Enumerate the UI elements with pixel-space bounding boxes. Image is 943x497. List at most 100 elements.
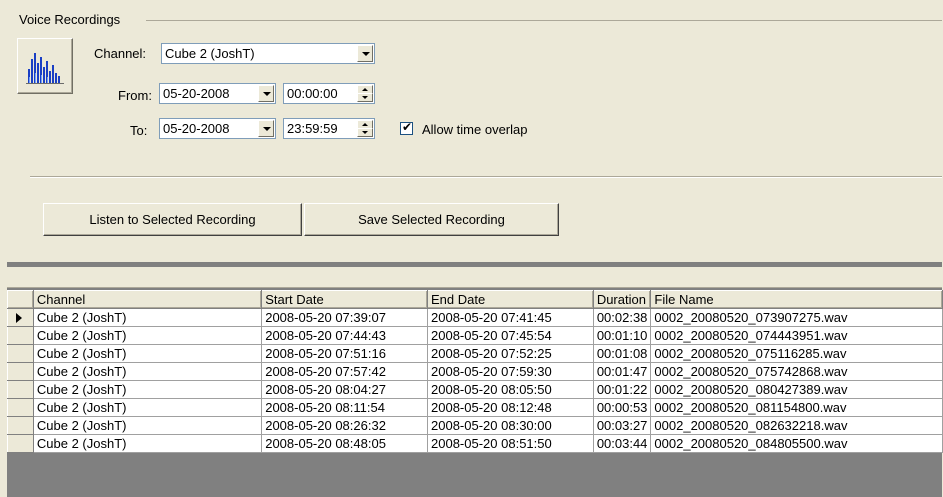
table-row[interactable]: Cube 2 (JoshT) 2008-05-20 08:48:05 2008-05…: [7, 434, 943, 453]
row-header[interactable]: [7, 344, 34, 363]
arrow-up-icon: [362, 123, 368, 126]
table-cell[interactable]: 2008-05-20 07:39:07: [261, 308, 429, 327]
table-cell[interactable]: 00:03:44: [592, 434, 652, 453]
table-cell[interactable]: 0002_20080520_084805500.wav: [650, 434, 943, 453]
spin-down-button[interactable]: [357, 93, 373, 102]
table-row[interactable]: Cube 2 (JoshT) 2008-05-20 07:57:42 2008-05…: [7, 362, 943, 381]
row-header[interactable]: [7, 380, 34, 399]
table-cell[interactable]: Cube 2 (JoshT): [32, 416, 263, 435]
column-header[interactable]: Start Date: [261, 290, 429, 309]
save-button[interactable]: Save Selected Recording: [304, 203, 559, 236]
separator: [30, 176, 942, 178]
table-cell[interactable]: 0002_20080520_073907275.wav: [650, 308, 943, 327]
listen-button[interactable]: Listen to Selected Recording: [43, 203, 302, 236]
channel-select[interactable]: Cube 2 (JoshT): [161, 43, 375, 64]
row-header[interactable]: [7, 326, 34, 345]
table-row[interactable]: Cube 2 (JoshT) 2008-05-20 07:39:07 2008-05…: [7, 308, 943, 327]
table-cell[interactable]: 0002_20080520_082632218.wav: [650, 416, 943, 435]
to-time-field[interactable]: 23:59:59: [283, 118, 375, 139]
chevron-down-icon: [263, 127, 271, 131]
table-cell[interactable]: Cube 2 (JoshT): [32, 308, 263, 327]
table-cell[interactable]: 2008-05-20 08:51:50: [427, 434, 594, 453]
table-cell[interactable]: 0002_20080520_074443951.wav: [650, 326, 943, 345]
from-date-picker[interactable]: 05-20-2008: [159, 83, 276, 104]
table-cell[interactable]: 2008-05-20 07:52:25: [427, 344, 594, 363]
table-header-row: Channel Start Date End Date Duration Fil…: [7, 290, 943, 309]
table-cell[interactable]: 00:02:38: [592, 308, 652, 327]
group-border-top: [146, 20, 942, 21]
audio-spectrum-button[interactable]: [17, 38, 73, 94]
to-time-spinner[interactable]: [357, 120, 373, 137]
row-header[interactable]: [7, 362, 34, 381]
arrow-up-icon: [362, 88, 368, 91]
table-cell[interactable]: 2008-05-20 08:12:48: [427, 398, 594, 417]
table-cell[interactable]: Cube 2 (JoshT): [32, 362, 263, 381]
row-header[interactable]: [7, 434, 34, 453]
table-cell[interactable]: 2008-05-20 07:51:16: [261, 344, 429, 363]
from-time-value: 00:00:00: [287, 86, 338, 101]
table-row[interactable]: Cube 2 (JoshT) 2008-05-20 08:26:32 2008-05…: [7, 416, 943, 435]
arrow-down-icon: [362, 96, 368, 99]
chevron-down-icon: [362, 52, 370, 56]
table-cell[interactable]: 00:01:22: [592, 380, 652, 399]
table-cell[interactable]: 00:01:08: [592, 344, 652, 363]
to-date-picker[interactable]: 05-20-2008: [159, 118, 276, 139]
from-time-spinner[interactable]: [357, 85, 373, 102]
audio-spectrum-icon: [24, 47, 68, 87]
table-cell[interactable]: 0002_20080520_075116285.wav: [650, 344, 943, 363]
to-date-dropdown-button[interactable]: [258, 120, 274, 137]
table-cell[interactable]: 2008-05-20 08:26:32: [261, 416, 429, 435]
table-cell[interactable]: 00:00:53: [592, 398, 652, 417]
from-time-field[interactable]: 00:00:00: [283, 83, 375, 104]
table-cell[interactable]: 0002_20080520_080427389.wav: [650, 380, 943, 399]
allow-overlap-checkbox[interactable]: ✔: [400, 120, 413, 135]
from-label: From:: [118, 88, 152, 103]
column-header[interactable]: File Name: [650, 290, 943, 309]
table-cell[interactable]: 0002_20080520_081154800.wav: [650, 398, 943, 417]
checkmark-icon: ✔: [402, 120, 413, 134]
allow-overlap-label[interactable]: Allow time overlap: [422, 122, 528, 137]
current-row-pointer-icon: [16, 313, 22, 323]
table-cell[interactable]: 00:01:10: [592, 326, 652, 345]
grid-caption-bar: [7, 267, 942, 288]
table-cell[interactable]: 2008-05-20 08:30:00: [427, 416, 594, 435]
column-header[interactable]: Duration: [592, 290, 652, 309]
table-cell[interactable]: 2008-05-20 08:11:54: [261, 398, 429, 417]
chevron-down-icon: [263, 92, 271, 96]
table-cell[interactable]: 00:03:27: [592, 416, 652, 435]
from-date-value: 05-20-2008: [163, 86, 230, 101]
table-row[interactable]: Cube 2 (JoshT) 2008-05-20 08:11:54 2008-05…: [7, 398, 943, 417]
table-cell[interactable]: Cube 2 (JoshT): [32, 380, 263, 399]
arrow-down-icon: [362, 131, 368, 134]
column-header[interactable]: Channel: [32, 290, 263, 309]
row-header[interactable]: [7, 416, 34, 435]
table-cell[interactable]: 2008-05-20 08:05:50: [427, 380, 594, 399]
table-cell[interactable]: 2008-05-20 07:41:45: [427, 308, 594, 327]
channel-label: Channel:: [94, 46, 147, 61]
table-row[interactable]: Cube 2 (JoshT) 2008-05-20 07:44:43 2008-05…: [7, 326, 943, 345]
channel-dropdown-button[interactable]: [357, 45, 373, 62]
table-cell[interactable]: 0002_20080520_075742868.wav: [650, 362, 943, 381]
table-cell[interactable]: 2008-05-20 08:48:05: [261, 434, 429, 453]
spin-down-button[interactable]: [357, 128, 373, 137]
row-header[interactable]: [7, 398, 34, 417]
table-cell[interactable]: 2008-05-20 07:45:54: [427, 326, 594, 345]
table-row[interactable]: Cube 2 (JoshT) 2008-05-20 07:51:16 2008-05…: [7, 344, 943, 363]
group-title: Voice Recordings: [19, 12, 121, 27]
table-row[interactable]: Cube 2 (JoshT) 2008-05-20 08:04:27 2008-05…: [7, 380, 943, 399]
row-header[interactable]: [7, 308, 34, 327]
from-date-dropdown-button[interactable]: [258, 85, 274, 102]
table-cell[interactable]: 2008-05-20 07:57:42: [261, 362, 429, 381]
table-cell[interactable]: Cube 2 (JoshT): [32, 434, 263, 453]
to-label: To:: [130, 123, 148, 138]
table-cell[interactable]: 2008-05-20 07:44:43: [261, 326, 429, 345]
recordings-table: Channel Start Date End Date Duration Fil…: [7, 290, 943, 453]
table-cell[interactable]: Cube 2 (JoshT): [32, 344, 263, 363]
table-cell[interactable]: 2008-05-20 08:04:27: [261, 380, 429, 399]
table-cell[interactable]: Cube 2 (JoshT): [32, 326, 263, 345]
row-header-corner: [7, 290, 34, 309]
table-cell[interactable]: 2008-05-20 07:59:30: [427, 362, 594, 381]
table-cell[interactable]: 00:01:47: [592, 362, 652, 381]
column-header[interactable]: End Date: [427, 290, 594, 309]
table-cell[interactable]: Cube 2 (JoshT): [32, 398, 263, 417]
